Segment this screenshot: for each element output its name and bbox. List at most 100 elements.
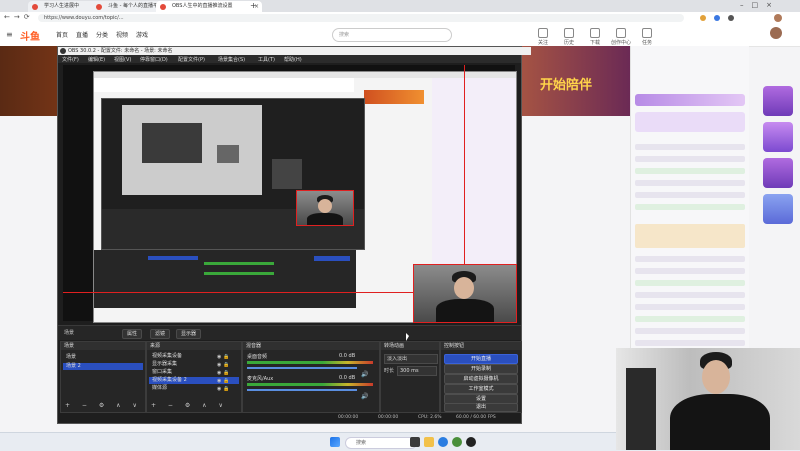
site-header: ≡ 斗鱼 首页 直播 分类 视频 游戏 搜索 关注 历史 下载 创作中心 任务	[0, 24, 800, 47]
obs-preview[interactable]	[63, 65, 517, 323]
obs-window: OBS 30.0.2 - 配置文件: 未命名 - 场景: 未命名 文件(F) 编…	[57, 46, 531, 424]
site-favicon-icon	[160, 4, 166, 10]
user-avatar[interactable]	[770, 27, 782, 39]
menu-icon[interactable]: ≡	[6, 30, 13, 39]
captured-obs-docks	[94, 250, 356, 308]
source-add-remove-icons[interactable]: + − ⚙ ∧ ∨	[151, 402, 228, 409]
browser-extension-icons[interactable]	[700, 14, 790, 22]
chat-message	[635, 340, 745, 346]
nav-category[interactable]: 分类	[96, 30, 108, 39]
chat-message	[635, 156, 745, 162]
mixer-header: 混音器	[243, 342, 379, 350]
mic-volume-slider[interactable]	[247, 389, 357, 391]
task-view-icon[interactable]	[410, 437, 420, 447]
status-time-rec: 00:00:00	[378, 415, 399, 420]
chat-message	[635, 280, 745, 286]
profile-avatar[interactable]	[774, 14, 782, 22]
nav-arrows-icon[interactable]: ←→⟳	[4, 13, 34, 21]
chat-message	[635, 180, 745, 186]
clock-icon	[564, 28, 574, 38]
display-button[interactable]: 显示器	[176, 329, 202, 339]
captured-banner	[364, 90, 424, 104]
nav-home[interactable]: 首页	[56, 30, 68, 39]
audio-mixer-dock: 混音器 桌面音频 0.0 dB 麦克风/Aux 0.0 dB 🔊 🔊	[242, 341, 380, 413]
header-download[interactable]: 下载	[582, 28, 608, 46]
menu-help[interactable]: 帮助(H)	[284, 56, 302, 63]
scene-item-selected[interactable]: 场景 2	[63, 363, 143, 370]
extension-icon[interactable]	[714, 15, 720, 21]
header-history[interactable]: 历史	[556, 28, 582, 46]
chat-message	[635, 224, 745, 248]
creator-icon	[616, 28, 626, 38]
exit-button[interactable]: 退出	[444, 403, 518, 412]
promo-card[interactable]	[763, 158, 793, 188]
controls-dock: 控制按钮 开始直播 开始录制 启动虚拟摄像机 工作室模式 设置 退出	[440, 341, 522, 413]
chrome-icon[interactable]	[452, 437, 462, 447]
extension-icon[interactable]	[728, 15, 734, 21]
obs-title-bar: OBS 30.0.2 - 配置文件: 未命名 - 场景: 未命名	[58, 47, 531, 55]
scenes-header: 场景	[61, 342, 145, 350]
desktop-volume-slider[interactable]	[247, 367, 357, 369]
chat-message	[635, 192, 745, 198]
edge-icon[interactable]	[438, 437, 448, 447]
gift-banner[interactable]	[635, 94, 745, 106]
address-bar[interactable]: https://www.douyu.com/topic/...	[38, 14, 684, 22]
webcam-source-selected[interactable]	[413, 264, 517, 323]
studio-mode-button[interactable]: 工作室模式	[444, 384, 518, 394]
browser-tab-active[interactable]: OBS人生中的直播推流设置 ×	[156, 1, 262, 12]
extension-icon[interactable]	[700, 15, 706, 21]
chat-message	[635, 292, 745, 298]
nav-live[interactable]: 直播	[76, 30, 88, 39]
captured-obs	[101, 98, 365, 250]
duration-input[interactable]: 300 ms	[397, 366, 437, 376]
speaker-icon[interactable]: 🔊 🔊	[361, 364, 368, 408]
transition-type-select[interactable]: 淡入淡出	[384, 354, 438, 364]
file-explorer-icon[interactable]	[424, 437, 434, 447]
chat-message	[635, 316, 745, 322]
task-icon	[642, 28, 652, 38]
menu-file[interactable]: 文件(F)	[62, 56, 79, 63]
site-search-input[interactable]: 搜索	[332, 28, 452, 42]
obs-source-toolbar: 场景 属性 滤镜 显示器	[58, 325, 521, 340]
site-favicon-icon	[96, 4, 102, 10]
taskbar-search[interactable]: 搜索	[345, 437, 417, 449]
transitions-header: 转场动画	[381, 342, 439, 350]
sources-header: 来源	[147, 342, 241, 350]
virtual-camera-button[interactable]: 启动虚拟摄像机	[444, 374, 518, 384]
obs-logo-icon	[60, 48, 66, 54]
header-follow[interactable]: 关注	[530, 28, 556, 46]
start-streaming-button[interactable]: 开始直播	[444, 354, 518, 364]
menu-profile[interactable]: 配置文件(P)	[178, 56, 205, 63]
visibility-lock-icons[interactable]: ◉ 🔒 ◉ 🔒 ◉ 🔒 ◉ 🔒 ◉ 🔒	[217, 353, 237, 393]
download-icon	[590, 28, 600, 38]
header-creator[interactable]: 创作中心	[608, 28, 634, 46]
captured-webcam	[296, 190, 354, 226]
filters-button[interactable]: 滤镜	[150, 329, 171, 339]
obs-taskbar-icon[interactable]	[466, 437, 476, 447]
menu-docks[interactable]: 停靠窗口(D)	[140, 56, 168, 63]
mixer-level-desktop: 0.0 dB	[339, 353, 356, 359]
start-menu-icon[interactable]	[330, 437, 340, 447]
window-controls[interactable]: –□×	[740, 1, 780, 9]
promo-card[interactable]	[763, 122, 793, 152]
scene-item[interactable]: 场景	[63, 354, 143, 361]
site-logo[interactable]: 斗鱼	[20, 28, 40, 43]
menu-tools[interactable]: 工具(T)	[258, 56, 275, 63]
status-time-live: 00:00:00	[338, 415, 359, 420]
nav-game[interactable]: 游戏	[136, 30, 148, 39]
menu-edit[interactable]: 编辑(E)	[88, 56, 105, 63]
menu-view[interactable]: 视图(V)	[114, 56, 131, 63]
header-tasks[interactable]: 任务	[634, 28, 660, 46]
scene-add-remove-icons[interactable]: + − ⚙ ∧ ∨	[65, 402, 142, 409]
properties-button[interactable]: 属性	[122, 329, 143, 339]
chat-message	[635, 328, 745, 334]
mic-audio-meter	[247, 383, 373, 386]
badge-banner[interactable]	[635, 112, 745, 132]
new-tab-icon[interactable]: +	[250, 1, 257, 10]
promo-card[interactable]	[763, 86, 793, 116]
start-recording-button[interactable]: 开始录制	[444, 364, 518, 374]
nav-video[interactable]: 视频	[116, 30, 128, 39]
status-fps: 60.00 / 60.00 FPS	[456, 415, 496, 420]
menu-scene-collection[interactable]: 场景集合(S)	[218, 56, 245, 63]
promo-card[interactable]	[763, 194, 793, 224]
